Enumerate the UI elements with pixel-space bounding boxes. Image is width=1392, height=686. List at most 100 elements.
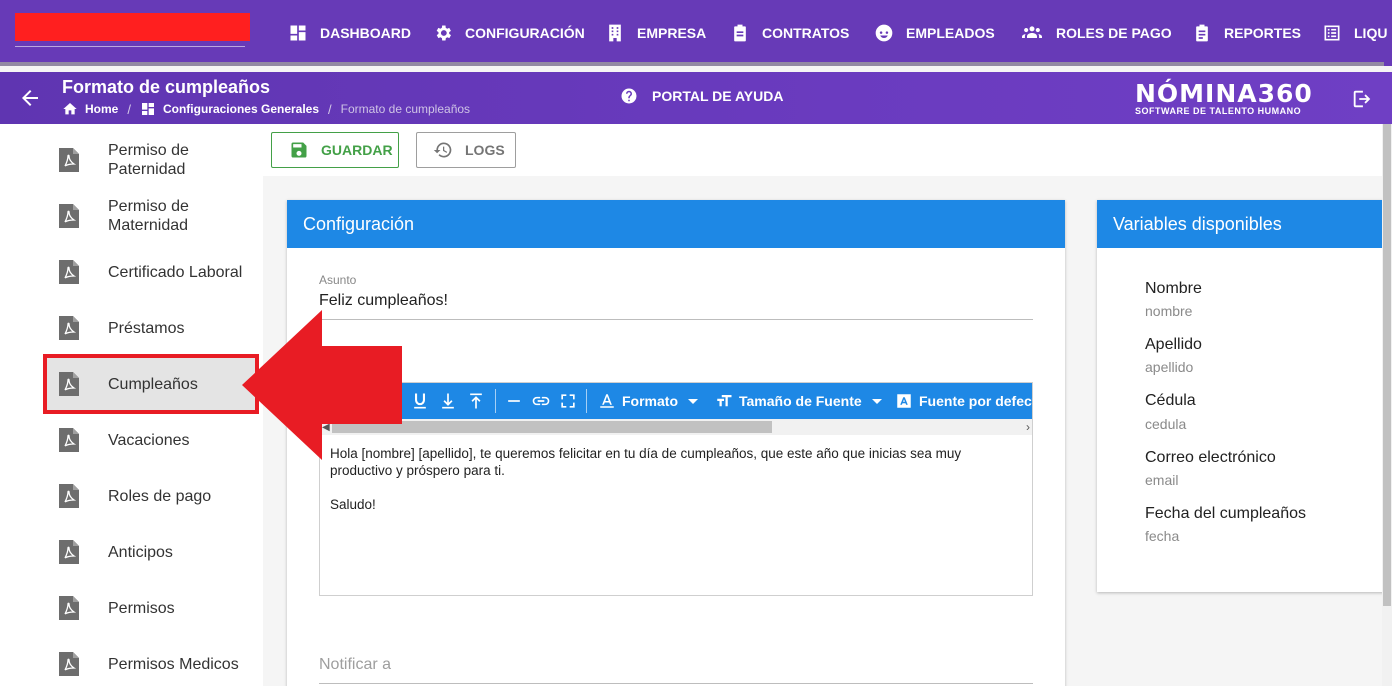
breadcrumb-section[interactable]: Configuraciones Generales: [140, 101, 319, 117]
action-bar: GUARDAR LOGS: [263, 124, 1392, 176]
variable-key: apellido: [1145, 359, 1194, 375]
sidebar-item-label: Permiso de Paternidad: [108, 142, 189, 178]
font-size-label: Tamaño de Fuente: [739, 393, 862, 409]
config-card-title: Configuración: [287, 200, 1065, 248]
sidebar-item-label: Permisos: [108, 599, 175, 617]
nav-empresa[interactable]: EMPRESA: [605, 0, 706, 66]
variable-key: fecha: [1145, 528, 1180, 544]
sidebar-item-label: Certificado Laboral: [108, 263, 243, 281]
sidebar-item-label: Roles de pago: [108, 487, 212, 505]
variables-card-title: Variables disponibles: [1097, 200, 1387, 248]
font-family-icon: [897, 394, 911, 408]
help-portal-link[interactable]: PORTAL DE AYUDA: [620, 87, 783, 105]
subject-input[interactable]: Feliz cumpleaños!: [319, 292, 448, 310]
sidebar-item-label: Permiso de Maternidad: [108, 198, 189, 234]
font-size-dropdown[interactable]: Tamaño de Fuente: [715, 383, 882, 419]
format-dropdown[interactable]: Formato: [598, 383, 698, 419]
list-icon: [1324, 25, 1340, 41]
nav-dashboard[interactable]: DASHBOARD: [288, 0, 411, 66]
brand-logo: NÓMINA360 SOFTWARE DE TALENTO HUMANO: [1135, 81, 1320, 117]
sidebar-item-roles-de-pago[interactable]: Roles de pago: [45, 468, 257, 524]
font-family-label: Fuente por defecto: [919, 393, 1033, 409]
notify-underline: [319, 683, 1033, 684]
page-scrollbar[interactable]: [1382, 124, 1392, 686]
page-scrollbar-thumb[interactable]: [1383, 124, 1391, 606]
font-family-dropdown[interactable]: Fuente por defecto: [895, 383, 1033, 419]
nav-reportes[interactable]: REPORTES: [1192, 0, 1301, 66]
toolbar-separator: [495, 389, 496, 413]
font-size-icon: [717, 395, 732, 407]
save-button[interactable]: GUARDAR: [271, 132, 399, 168]
breadcrumb-home[interactable]: Home: [62, 101, 118, 117]
sidebar-item-vacaciones[interactable]: Vacaciones: [45, 412, 257, 468]
building-icon: [609, 24, 621, 42]
pdf-icon: [59, 428, 79, 452]
brand-name: NÓMINA360: [1135, 79, 1313, 108]
editor-content[interactable]: Hola [nombre] [apellido], te queremos fe…: [330, 445, 1010, 530]
breadcrumb-separator: /: [127, 101, 131, 117]
back-button[interactable]: [18, 86, 42, 110]
breadcrumb-home-label: Home: [85, 102, 119, 116]
sidebar-item-permisos[interactable]: Permisos: [45, 580, 257, 636]
save-icon: [291, 142, 307, 158]
rich-text-editor[interactable]: Formato Tamaño de Fuente Fuente por defe…: [319, 382, 1033, 596]
breadcrumb-separator: /: [328, 101, 332, 117]
scroll-right-icon[interactable]: ›: [1026, 420, 1030, 434]
nav-contratos[interactable]: CONTRATOS: [730, 0, 849, 66]
sidebar-item-permiso-paternidad[interactable]: Permiso de Paternidad: [45, 132, 257, 188]
users-icon: [1022, 26, 1042, 38]
horizontal-rule-icon[interactable]: [504, 391, 524, 411]
top-navigation: DASHBOARD CONFIGURACIÓN EMPRESA CONTRATO…: [0, 0, 1392, 66]
nav-configuracion[interactable]: CONFIGURACIÓN: [433, 0, 585, 66]
editor-toolbar: Formato Tamaño de Fuente Fuente por defe…: [320, 383, 1033, 419]
brand-tagline: SOFTWARE DE TALENTO HUMANO: [1135, 106, 1302, 116]
nav-empleados[interactable]: EMPLEADOS: [874, 0, 995, 66]
logout-button[interactable]: [1351, 88, 1373, 110]
pdf-icon: [59, 540, 79, 564]
align-top-icon[interactable]: [466, 391, 486, 411]
pdf-icon: [59, 148, 79, 172]
save-button-label: GUARDAR: [321, 142, 393, 158]
variable-name: Cédula: [1145, 392, 1196, 409]
subject-underline: [319, 319, 1033, 320]
editor-paragraph: Saludo!: [330, 497, 376, 512]
sidebar: Permiso de Paternidad Permiso de Materni…: [0, 124, 263, 686]
sidebar-item-label: Cumpleaños: [108, 375, 198, 393]
sidebar-item-prestamos[interactable]: Préstamos: [45, 300, 257, 356]
sidebar-item-label: Permisos Medicos: [108, 655, 239, 673]
pdf-icon: [59, 260, 79, 284]
fullscreen-icon[interactable]: [558, 391, 578, 411]
link-icon[interactable]: [531, 391, 551, 411]
nav-contratos-label: CONTRATOS: [762, 25, 850, 41]
underline-icon[interactable]: [410, 391, 430, 411]
sidebar-item-cumpleanos[interactable]: Cumpleaños: [43, 354, 259, 414]
format-label: Formato: [622, 393, 678, 409]
nav-dashboard-label: DASHBOARD: [320, 25, 411, 41]
variable-name: Correo electrónico: [1145, 449, 1276, 466]
logs-button-label: LOGS: [465, 142, 505, 158]
pdf-icon: [59, 372, 79, 396]
dashboard-icon: [141, 103, 154, 115]
pdf-icon: [59, 596, 79, 620]
sidebar-item-permisos-medicos[interactable]: Permisos Medicos: [45, 636, 257, 686]
pdf-icon: [59, 316, 79, 340]
arrow-left-icon: [22, 90, 38, 106]
logs-button[interactable]: LOGS: [416, 132, 516, 168]
sidebar-item-label: Anticipos: [108, 543, 173, 561]
dashboard-icon: [290, 25, 306, 41]
nav-liquidaciones[interactable]: LIQU: [1322, 0, 1387, 66]
editor-horizontal-scrollbar[interactable]: ◀ ›: [320, 419, 1032, 435]
sidebar-item-certificado-laboral[interactable]: Certificado Laboral: [45, 244, 257, 300]
nav-roles-de-pago[interactable]: ROLES DE PAGO: [1020, 0, 1172, 66]
logout-icon: [1353, 90, 1371, 108]
chevron-down-icon: [871, 398, 882, 404]
page-title: Formato de cumpleaños: [62, 77, 271, 97]
sidebar-item-permiso-maternidad[interactable]: Permiso de Maternidad: [45, 188, 257, 244]
sidebar-item-anticipos[interactable]: Anticipos: [45, 524, 257, 580]
nav-scroll-bar[interactable]: [0, 62, 1384, 66]
help-portal-label: PORTAL DE AYUDA: [652, 88, 784, 104]
report-icon: [1196, 24, 1208, 42]
align-bottom-icon[interactable]: [438, 391, 458, 411]
notify-input[interactable]: Notificar a: [319, 656, 391, 674]
breadcrumb-current: Formato de cumpleaños: [340, 102, 471, 116]
